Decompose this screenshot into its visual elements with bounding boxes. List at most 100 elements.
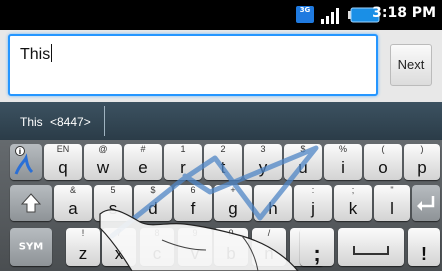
key-z[interactable]: ! z (66, 228, 100, 266)
field-value: This (20, 46, 51, 63)
key-x[interactable]: 7x (102, 228, 136, 266)
key-j-sub: : (311, 185, 315, 195)
key-f-label: f (190, 199, 196, 218)
key-x-label: x (114, 244, 124, 263)
key-g-sub: + (230, 185, 236, 195)
key-k-label: k (348, 199, 358, 218)
suggestion-bar: This <8447> (0, 102, 442, 140)
space-key[interactable] (338, 228, 404, 266)
key-l[interactable]: " l (374, 185, 410, 221)
key-e[interactable]: # e (124, 144, 162, 180)
symbols-key[interactable]: SYM (10, 228, 52, 266)
field-content: This (20, 44, 53, 64)
key-a-sub: & (69, 185, 76, 195)
key-p-sub: ) (420, 144, 424, 154)
sym-label: SYM (18, 241, 44, 253)
key-c-label: c (152, 244, 162, 263)
key-k-sub: ; (351, 185, 355, 195)
phone-screen: 3G 3:18 PM This Next This <8447> i EN q … (0, 0, 442, 271)
key-r-sub: 1 (180, 144, 186, 154)
key-j-label: j (311, 199, 315, 218)
swype-logo-icon: i (14, 146, 34, 175)
key-l-sub: " (390, 185, 394, 195)
key-g[interactable]: + g (214, 185, 252, 221)
key-a-label: a (68, 199, 78, 218)
key-e-sub: # (140, 144, 146, 154)
key-j[interactable]: :j (294, 185, 332, 221)
key-x-sub: 7 (116, 228, 122, 238)
suggestion-divider (104, 106, 105, 136)
key-r[interactable]: 1r (164, 144, 202, 180)
key-c-sub: 8 (154, 228, 160, 238)
key-z-sub: ! (81, 228, 85, 238)
key-o-label: o (378, 158, 388, 177)
key-u-sub: $ (300, 144, 306, 154)
key-d-sub: $ (150, 185, 156, 195)
key-v-sub: 9 (192, 228, 198, 238)
key-t[interactable]: 2t (204, 144, 242, 180)
key-semicolon[interactable]: ; (300, 228, 334, 266)
key-i-sub: % (338, 144, 347, 154)
status-bar: 3G 3:18 PM (0, 0, 442, 30)
key-p-label: p (417, 158, 427, 177)
key-q-sub: EN (56, 144, 70, 154)
key-f[interactable]: 6f (174, 185, 212, 221)
key-p[interactable]: ) p (404, 144, 440, 180)
key-r-label: r (180, 158, 186, 177)
space-bar-icon (353, 246, 389, 255)
key-i[interactable]: % i (324, 144, 362, 180)
key-l-label: l (390, 199, 394, 218)
message-text-field[interactable]: This (8, 34, 378, 96)
exclamation-label: ! (421, 244, 427, 264)
suggestion-code[interactable]: <8447> (50, 115, 91, 129)
key-f-sub: 6 (190, 185, 196, 195)
key-y-label: y (258, 158, 268, 177)
key-v-label: v (190, 244, 200, 263)
key-s-sub: 5 (110, 185, 116, 195)
key-d[interactable]: $ d (134, 185, 172, 221)
network-3g-icon: 3G (296, 6, 314, 23)
key-k[interactable]: ; k (334, 185, 372, 221)
key-c[interactable]: 8c (140, 228, 174, 266)
key-w[interactable]: @ w (84, 144, 122, 180)
enter-icon (417, 196, 435, 211)
key-h[interactable]: h (254, 185, 292, 221)
key-o[interactable]: (o (364, 144, 402, 180)
text-caret (51, 44, 53, 62)
key-n-sub: / (267, 228, 271, 238)
enter-key[interactable] (412, 185, 440, 221)
key-b-sub: 0 (228, 228, 234, 238)
key-n[interactable]: / n (252, 228, 286, 266)
key-y[interactable]: 3y (244, 144, 282, 180)
svg-text:i: i (19, 148, 21, 156)
key-semicolon-label: ; (313, 241, 321, 266)
shift-arrow-icon (20, 193, 42, 213)
key-b-label: b (226, 244, 236, 263)
key-e-label: e (138, 158, 148, 177)
exclamation-key[interactable]: ! (408, 228, 440, 266)
network-badge-label: 3G (299, 6, 311, 14)
key-w-label: w (96, 158, 110, 177)
key-y-sub: 3 (260, 144, 266, 154)
key-w-sub: @ (98, 144, 108, 154)
key-s-label: s (108, 199, 118, 218)
key-o-sub: ( (381, 144, 385, 154)
key-v[interactable]: 9v (178, 228, 212, 266)
key-u-label: u (298, 158, 308, 177)
key-t-sub: 2 (220, 144, 226, 154)
key-a[interactable]: & a (54, 185, 92, 221)
key-s[interactable]: 5s (94, 185, 132, 221)
key-q-label: q (58, 158, 68, 177)
text-input-area: This Next (0, 30, 442, 102)
swype-keyboard: i EN q @ w # e 1r 2t 3y $ u % i (o ) p & a 5s $… (0, 140, 442, 271)
next-button[interactable]: Next (390, 44, 432, 86)
swype-help-key[interactable]: i (10, 144, 42, 180)
key-b[interactable]: 0b (214, 228, 248, 266)
key-u[interactable]: $ u (284, 144, 322, 180)
shift-key[interactable] (10, 185, 52, 221)
clock: 3:18 PM (372, 5, 436, 21)
key-i-label: i (341, 158, 345, 177)
key-d-label: d (148, 199, 158, 218)
key-q[interactable]: EN q (44, 144, 82, 180)
suggestion-word[interactable]: This (20, 115, 43, 129)
